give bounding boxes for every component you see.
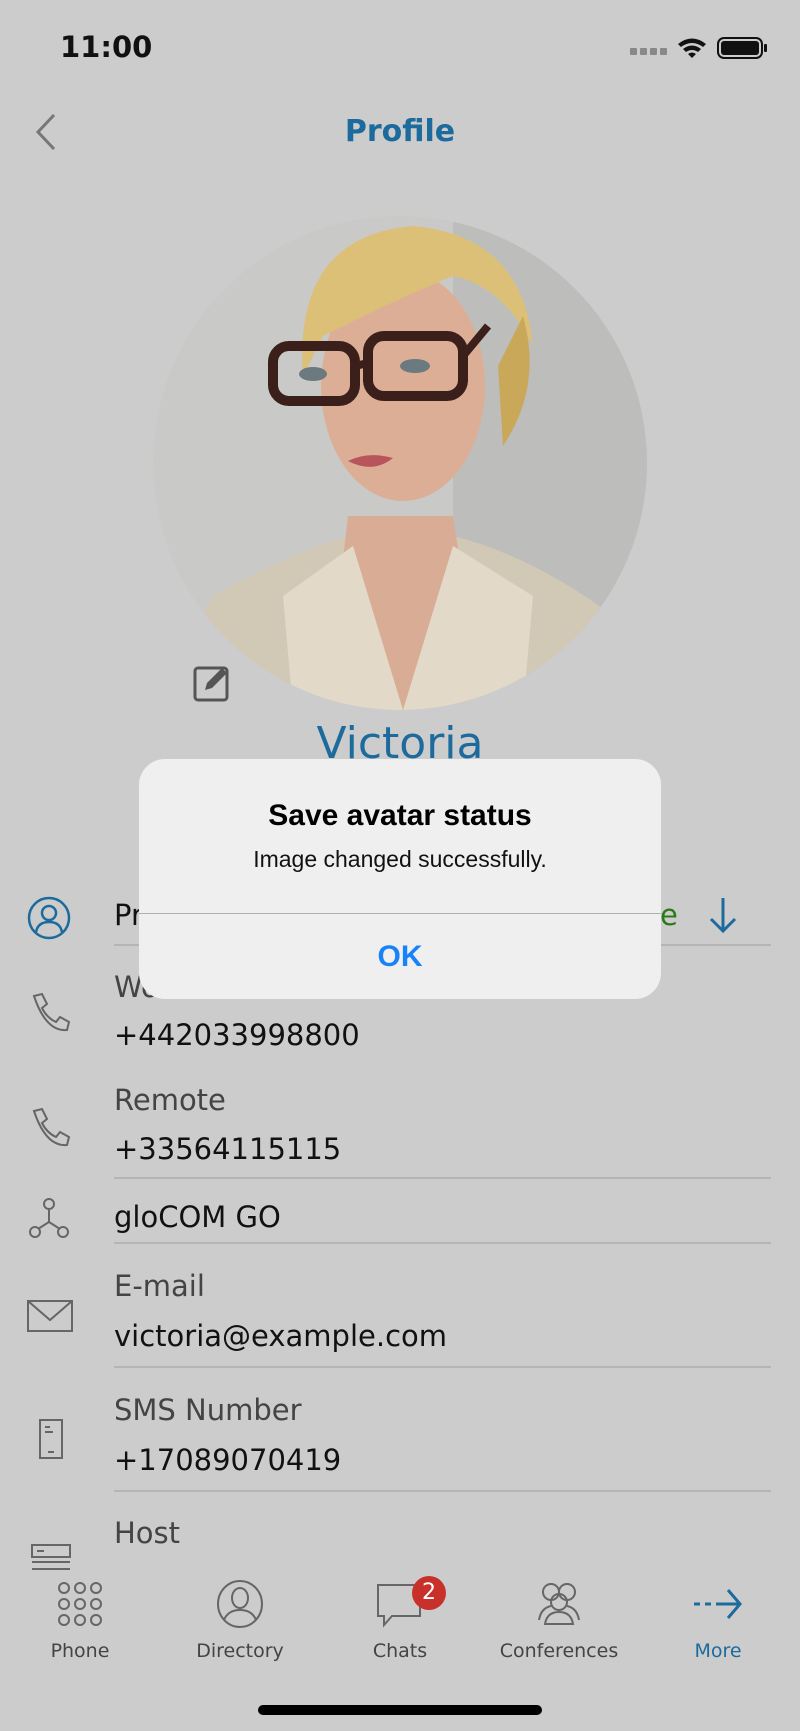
divider [114,1366,771,1368]
client-name: gloCOM GO [114,1200,281,1234]
keypad-icon [58,1582,102,1626]
arrow-right-icon [694,1589,742,1619]
sms-label: SMS Number [114,1393,302,1427]
network-nodes-icon [26,1196,72,1246]
tab-label: Chats [372,1640,428,1662]
tab-chats[interactable]: 2 Chats [320,1576,480,1662]
presence-person-icon [26,895,72,945]
phone-icon [26,990,72,1040]
page-title: Profile [344,114,456,149]
server-icon [30,1543,74,1570]
signal-wifi-battery-icon [630,37,767,59]
tab-more[interactable]: More [638,1580,798,1662]
dialog-message: Image changed successfully. [253,846,547,872]
divider [114,1490,771,1492]
work-number[interactable]: +442033998800 [114,1018,360,1052]
avatar[interactable] [153,216,647,710]
group-icon [538,1583,580,1625]
remote-number[interactable]: +33564115115 [114,1132,341,1166]
alert-dialog: Save avatar status Image changed success… [139,759,661,999]
status-time: 11:00 [60,30,153,64]
home-indicator [258,1705,542,1715]
tab-label: Conferences [499,1640,619,1662]
tab-directory[interactable]: Directory [160,1580,320,1662]
tab-label: More [694,1640,742,1662]
divider [114,1242,771,1244]
dialog-title: Save avatar status [268,799,532,832]
tab-conferences[interactable]: Conferences [479,1580,639,1662]
divider [114,1177,771,1179]
arrow-down-icon [709,898,737,934]
ok-button[interactable]: OK [139,914,661,999]
person-icon [217,1580,263,1628]
presence-dropdown-button[interactable] [708,895,738,941]
status-icons [628,36,778,64]
phone-icon [26,1105,72,1155]
presence-status[interactable]: e [660,898,678,932]
tab-label: Phone [50,1640,110,1662]
tab-label: Directory [196,1640,284,1662]
edit-pencil-icon [193,666,229,702]
unread-badge: 2 [412,1576,446,1610]
tab-phone[interactable]: Phone [0,1580,160,1662]
host-label: Host [114,1516,181,1550]
remote-label: Remote [114,1083,226,1117]
mobile-device-icon [38,1418,66,1466]
email-value[interactable]: victoria@example.com [114,1319,447,1353]
envelope-icon [26,1298,74,1338]
edit-avatar-button[interactable] [192,663,232,707]
sms-number[interactable]: +17089070419 [114,1443,341,1477]
email-label: E-mail [114,1269,205,1303]
